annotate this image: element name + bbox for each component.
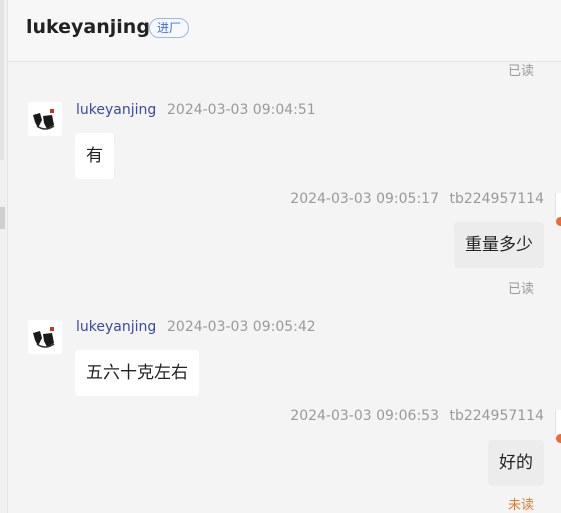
sender-name[interactable]: tb224957114 bbox=[449, 191, 544, 207]
read-status: 已读 bbox=[507, 282, 534, 297]
message-time: 2024-03-03 09:05:42 bbox=[167, 319, 316, 335]
avatar[interactable] bbox=[28, 102, 62, 136]
unread-status: 未读 bbox=[507, 498, 534, 513]
online-dot-icon bbox=[556, 434, 561, 443]
message-time: 2024-03-03 09:04:51 bbox=[167, 102, 316, 118]
avatar-logo-icon bbox=[28, 102, 62, 136]
message-bubble[interactable]: 好的 bbox=[488, 440, 544, 486]
avatar-logo-icon bbox=[28, 320, 62, 354]
left-rail-panel bbox=[0, 0, 4, 160]
avatar[interactable] bbox=[28, 320, 62, 354]
chat-title: lukeyanjing bbox=[26, 16, 150, 38]
left-rail bbox=[0, 0, 8, 513]
sender-name[interactable]: lukeyanjing bbox=[76, 102, 156, 118]
left-rail-scroll-handle[interactable] bbox=[0, 207, 5, 229]
message-bubble[interactable]: 有 bbox=[75, 133, 114, 179]
self-avatar[interactable] bbox=[555, 193, 561, 217]
online-dot-icon bbox=[556, 217, 561, 226]
read-status: 已读 bbox=[507, 64, 534, 79]
sender-name[interactable]: lukeyanjing bbox=[76, 319, 156, 335]
message-time: 2024-03-03 09:05:17 bbox=[290, 191, 439, 207]
message-meta: 2024-03-03 09:05:17 tb224957114 bbox=[284, 191, 544, 207]
chat-header: lukeyanjing 进厂 bbox=[8, 0, 561, 62]
message-bubble[interactable]: 五六十克左右 bbox=[75, 350, 199, 396]
message-bubble[interactable]: 重量多少 bbox=[454, 222, 544, 268]
sender-name[interactable]: tb224957114 bbox=[449, 408, 544, 424]
message-meta: 2024-03-03 09:06:53 tb224957114 bbox=[284, 408, 544, 424]
self-avatar[interactable] bbox=[555, 410, 561, 434]
status-badge[interactable]: 进厂 bbox=[149, 18, 190, 38]
message-time: 2024-03-03 09:06:53 bbox=[290, 408, 439, 424]
